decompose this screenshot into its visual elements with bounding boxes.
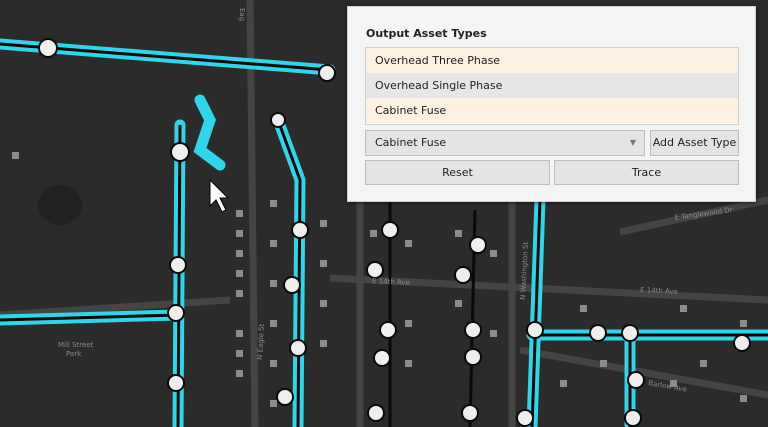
park-label-2: Park <box>66 350 82 358</box>
add-asset-type-button[interactable]: Add Asset Type <box>650 130 739 156</box>
trace-panel: Output Asset Types Overhead Three Phase … <box>347 6 756 202</box>
asset-type-list[interactable]: Overhead Three Phase Overhead Single Pha… <box>365 47 739 125</box>
street-label-top: Eag <box>238 8 246 21</box>
dropdown-value: Cabinet Fuse <box>375 136 447 149</box>
park-label: Mill Street <box>58 341 94 349</box>
list-item[interactable]: Cabinet Fuse <box>366 98 738 123</box>
pond <box>38 185 82 225</box>
panel-title: Output Asset Types <box>366 27 487 40</box>
chevron-down-icon: ▼ <box>629 138 636 147</box>
asset-type-dropdown[interactable]: Cabinet Fuse ▼ <box>365 130 645 156</box>
list-item[interactable]: Overhead Three Phase <box>366 48 738 73</box>
list-item[interactable]: Overhead Single Phase <box>366 73 738 98</box>
trace-button[interactable]: Trace <box>554 160 739 185</box>
reset-button[interactable]: Reset <box>365 160 550 185</box>
